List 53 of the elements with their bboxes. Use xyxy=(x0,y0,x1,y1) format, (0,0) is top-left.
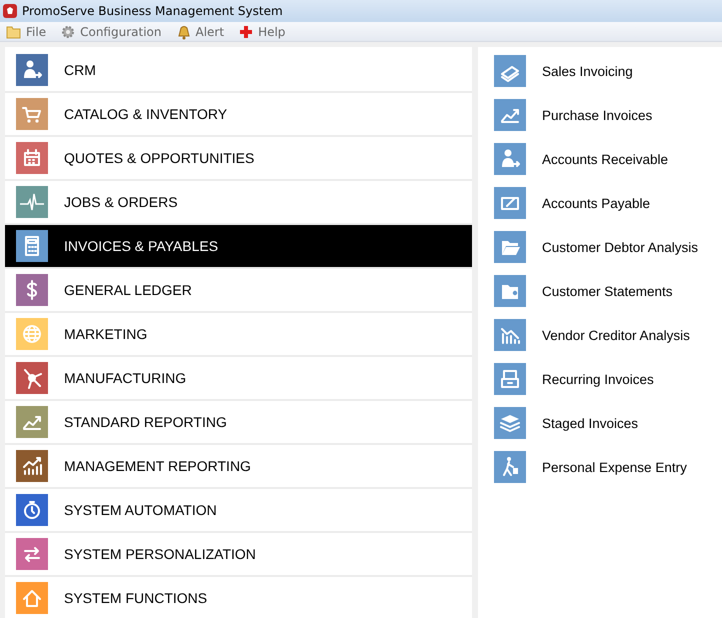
bar-chart-icon xyxy=(494,319,526,351)
module-item[interactable]: CRM xyxy=(5,49,472,93)
function-link[interactable]: Staged Invoices xyxy=(542,416,638,430)
function-link[interactable]: Vendor Creditor Analysis xyxy=(542,328,690,342)
folder-icon xyxy=(494,275,526,307)
module-label: GENERAL LEDGER xyxy=(64,282,192,298)
function-link[interactable]: Customer Debtor Analysis xyxy=(542,240,698,254)
module-label: MARKETING xyxy=(64,326,148,342)
walking-person-icon xyxy=(494,451,526,483)
module-label: SYSTEM FUNCTIONS xyxy=(64,590,208,606)
module-label: STANDARD REPORTING xyxy=(64,414,227,430)
module-label: CRM xyxy=(64,62,96,78)
module-item[interactable]: MANUFACTURING xyxy=(5,357,472,401)
module-item[interactable]: SYSTEM AUTOMATION xyxy=(5,489,472,533)
menu-item[interactable]: Help xyxy=(238,24,286,40)
menu-item[interactable]: Configuration xyxy=(60,24,162,40)
module-label: SYSTEM AUTOMATION xyxy=(64,502,217,518)
module-item[interactable]: QUOTES & OPPORTUNITIES xyxy=(5,137,472,181)
module-item[interactable]: STANDARD REPORTING xyxy=(5,401,472,445)
module-item[interactable]: MARKETING xyxy=(5,313,472,357)
module-item[interactable]: SYSTEM PERSONALIZATION xyxy=(5,533,472,577)
gear-icon xyxy=(60,24,76,40)
module-label: QUOTES & OPPORTUNITIES xyxy=(64,150,254,166)
function-link[interactable]: Accounts Receivable xyxy=(542,152,668,166)
tray-icon xyxy=(494,363,526,395)
menu-item[interactable]: File xyxy=(6,24,46,40)
tablet-icon xyxy=(494,187,526,219)
banknotes-icon xyxy=(494,55,526,87)
module-label: INVOICES & PAYABLES xyxy=(64,238,218,254)
function-link[interactable]: Purchase Invoices xyxy=(542,108,652,122)
module-item[interactable]: MANAGEMENT REPORTING xyxy=(5,445,472,489)
function-link[interactable]: Customer Statements xyxy=(542,284,673,298)
cross-icon xyxy=(238,24,254,40)
function-link[interactable]: Recurring Invoices xyxy=(542,372,654,386)
app-logo-icon xyxy=(3,4,17,18)
module-item[interactable]: SYSTEM FUNCTIONS xyxy=(5,577,472,618)
menu-item[interactable]: Alert xyxy=(175,24,224,40)
module-label: MANAGEMENT REPORTING xyxy=(64,458,251,474)
chart-icon xyxy=(494,99,526,131)
module-label: JOBS & ORDERS xyxy=(64,194,178,210)
module-item[interactable]: GENERAL LEDGER xyxy=(5,269,472,313)
module-label: CATALOG & INVENTORY xyxy=(64,106,228,122)
function-link[interactable]: Accounts Payable xyxy=(542,196,650,210)
folder-icon xyxy=(494,231,526,263)
window-title: PromoServe Business Management System xyxy=(22,4,283,18)
module-item[interactable]: INVOICES & PAYABLES xyxy=(5,225,472,269)
function-link[interactable]: Personal Expense Entry xyxy=(542,460,687,474)
person-icon xyxy=(494,143,526,175)
module-label: MANUFACTURING xyxy=(64,370,186,386)
layers-icon xyxy=(494,407,526,439)
module-item[interactable]: CATALOG & INVENTORY xyxy=(5,93,472,137)
module-label: SYSTEM PERSONALIZATION xyxy=(64,546,256,562)
function-link[interactable]: Sales Invoicing xyxy=(542,64,633,78)
